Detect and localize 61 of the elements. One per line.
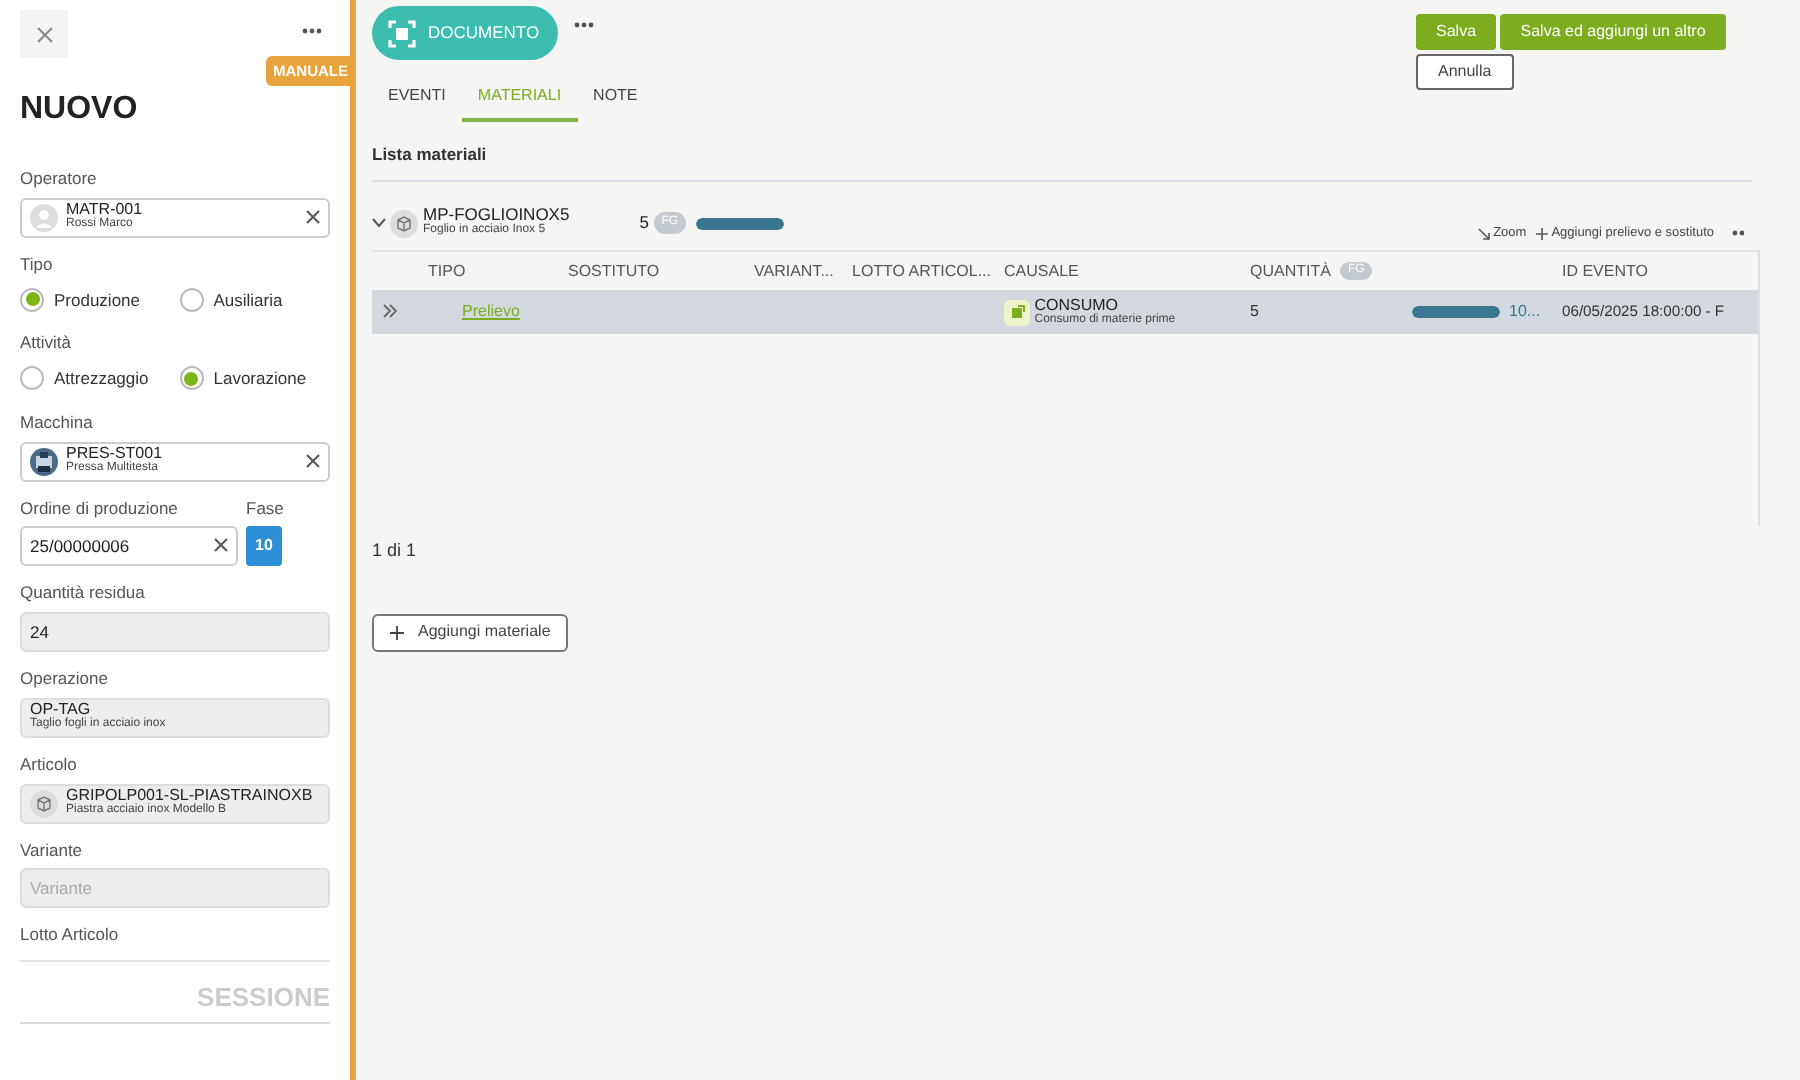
form-title: NUOVO — [20, 90, 140, 130]
field-label: Quantità residua — [20, 580, 147, 606]
more-icon — [302, 27, 322, 34]
pagination-text: 1 di 1 — [372, 538, 419, 564]
chevron-down-icon — [372, 218, 386, 228]
clear-button[interactable] — [306, 206, 320, 229]
radio-option[interactable]: Produzione — [20, 287, 171, 313]
column-header: VARIANT... — [754, 261, 836, 281]
close-icon — [213, 538, 227, 553]
section-title: Lista materiali — [372, 122, 1752, 182]
column-header: CAUSALE — [1004, 261, 1081, 281]
column-header: SOSTITUTO — [568, 261, 662, 281]
plus-icon — [390, 625, 404, 639]
table-cell-text: 5 — [1250, 300, 1261, 324]
double-chevron-icon — [381, 304, 397, 319]
add-material-button[interactable]: Aggiungi materiale — [372, 613, 569, 651]
field-label: Tipo — [20, 251, 55, 277]
more-icon — [1731, 229, 1744, 236]
close-icon — [306, 209, 320, 224]
field-value: GRIPOLP001-SL-PIASTRAINOXB — [66, 788, 313, 805]
radio-option[interactable]: Lavorazione — [179, 366, 330, 392]
field-label: Operatore — [20, 166, 99, 192]
more-icon — [574, 22, 595, 29]
machine-icon — [30, 447, 58, 475]
category-icon — [1004, 299, 1030, 325]
column-header: TIPO — [428, 261, 468, 281]
field-label: Lotto Articolo — [20, 922, 121, 948]
diagonal-arrow-icon — [1477, 227, 1490, 239]
close-icon — [35, 25, 53, 43]
tab[interactable]: EVENTI — [372, 80, 462, 123]
radio-option[interactable]: Attrezzaggio — [20, 366, 171, 392]
box-icon — [390, 209, 419, 237]
box-icon — [30, 789, 58, 817]
column-header: QUANTITÀ — [1250, 261, 1331, 281]
material-code: MP-FOGLIOINOX5 — [423, 205, 572, 223]
order-field[interactable]: 25/00000006 — [20, 526, 237, 567]
field-value: MATR-001 — [66, 202, 143, 219]
phase-badge: 10 — [246, 526, 282, 567]
field-label: Operazione — [20, 666, 110, 692]
close-button[interactable] — [20, 10, 68, 58]
field-label: Attività — [20, 330, 74, 356]
radio-option[interactable]: Ausiliaria — [179, 287, 330, 313]
scan-icon — [388, 19, 416, 47]
field-value: PRES-ST001 — [66, 446, 163, 463]
field-label: Ordine di produzione — [20, 495, 180, 521]
field-label: Fase — [246, 495, 286, 521]
field-label: Articolo — [20, 751, 79, 777]
person-icon — [30, 203, 58, 232]
tab[interactable]: NOTE — [577, 80, 654, 123]
column-header: LOTTO ARTICOL... — [852, 261, 993, 281]
field-value: OP-TAG — [30, 702, 92, 719]
quantity: 5 — [639, 214, 649, 232]
causale-value: CONSUMO — [1034, 297, 1119, 314]
column-header: ID EVENTO — [1562, 261, 1650, 281]
cancel-button[interactable]: Annulla — [1416, 54, 1514, 91]
close-icon — [306, 453, 320, 468]
field-label: Variante — [20, 837, 85, 863]
plus-icon — [1535, 227, 1548, 239]
field-label: Macchina — [20, 409, 95, 435]
progress-value: 10... — [1509, 300, 1541, 324]
clear-button[interactable] — [306, 450, 320, 472]
